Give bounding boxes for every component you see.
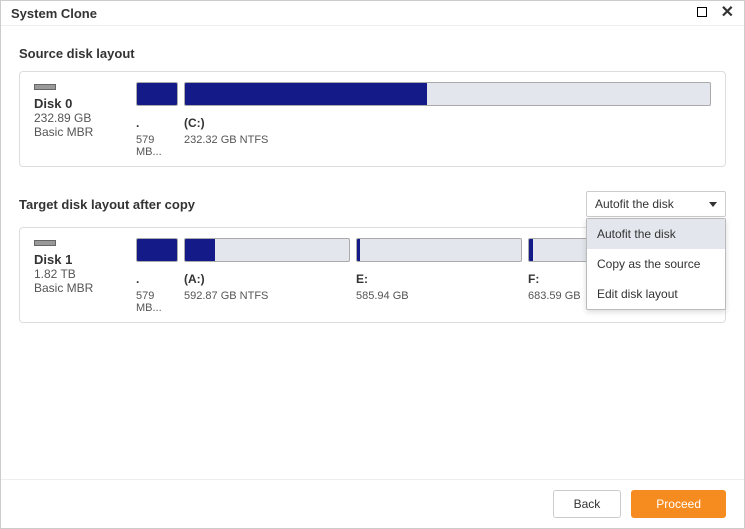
source-disk-name: Disk 0 [34,96,124,111]
footer: Back Proceed [1,479,744,528]
target-partition-2[interactable]: E: 585.94 GB [356,238,522,314]
dropdown-option-edit-layout[interactable]: Edit disk layout [587,279,725,309]
target-header: Target disk layout after copy Autofit th… [19,191,726,217]
layout-dropdown: Autofit the disk Autofit the disk Copy a… [586,191,726,217]
layout-dropdown-menu: Autofit the disk Copy as the source Edit… [586,218,726,310]
dropdown-option-autofit[interactable]: Autofit the disk [587,219,725,249]
source-disk-box: Disk 0 232.89 GB Basic MBR . 579 MB... (… [19,71,726,167]
target-section-title: Target disk layout after copy [19,197,195,212]
source-section-title: Source disk layout [19,46,726,61]
content-area: Source disk layout Disk 0 232.89 GB Basi… [1,26,744,479]
close-button[interactable]: ✕ [721,5,734,21]
proceed-button[interactable]: Proceed [631,490,726,518]
target-disk-name: Disk 1 [34,252,124,267]
layout-dropdown-button[interactable]: Autofit the disk [586,191,726,217]
target-partition-0[interactable]: . 579 MB... [136,238,178,314]
source-disk-size: 232.89 GB [34,111,124,125]
maximize-button[interactable] [697,5,707,21]
source-partitions: . 579 MB... (C:) 232.32 GB NTFS [136,82,711,158]
maximize-icon [697,7,707,17]
system-clone-window: System Clone ✕ Source disk layout Disk 0… [0,0,745,529]
target-partition-1[interactable]: (A:) 592.87 GB NTFS [184,238,350,314]
source-partition-0[interactable]: . 579 MB... [136,82,178,158]
back-button[interactable]: Back [553,490,622,518]
source-disk-meta: Disk 0 232.89 GB Basic MBR [34,82,124,158]
target-disk-meta: Disk 1 1.82 TB Basic MBR [34,238,124,314]
source-disk-type: Basic MBR [34,125,124,139]
titlebar: System Clone ✕ [1,1,744,26]
chevron-down-icon [709,202,717,207]
window-title: System Clone [11,6,97,21]
dropdown-option-copy-source[interactable]: Copy as the source [587,249,725,279]
target-disk-size: 1.82 TB [34,267,124,281]
target-disk-type: Basic MBR [34,281,124,295]
source-partition-1[interactable]: (C:) 232.32 GB NTFS [184,82,711,158]
window-controls: ✕ [697,5,734,21]
layout-dropdown-selected: Autofit the disk [595,197,674,211]
source-disk-row: Disk 0 232.89 GB Basic MBR . 579 MB... (… [34,82,711,158]
disk-icon [34,240,56,246]
disk-icon [34,84,56,90]
